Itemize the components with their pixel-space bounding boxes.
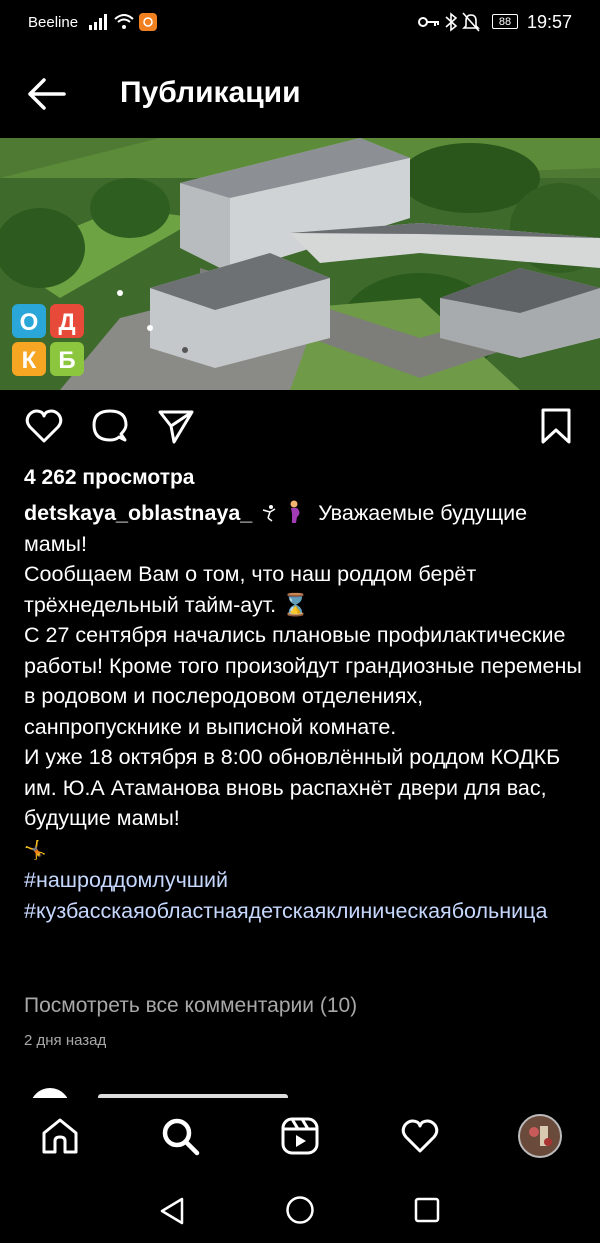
activity-heart-icon[interactable] [400,1116,440,1156]
status-bar: Beeline 88 19:57 [0,0,600,46]
post-actions [0,400,600,456]
clock: 19:57 [526,12,572,32]
system-navigation [0,1178,600,1243]
logo-letter: Б [58,347,75,374]
bluetooth-icon [445,12,458,32]
caption-line: 🤸 [24,839,47,860]
bottom-navigation [0,1098,600,1178]
hashtag[interactable]: #нашроддомлучший [24,868,228,892]
share-icon[interactable] [156,406,196,446]
caption-line: И уже 18 октября в 8:00 обновлённый родд… [24,745,561,830]
view-all-comments-link[interactable]: Посмотреть все комментарии (10) [24,994,357,1018]
wifi-icon [114,14,134,29]
battery-indicator: 88 [492,14,518,29]
bookmark-icon[interactable] [538,406,574,446]
back-triangle-icon[interactable] [158,1196,186,1226]
next-post-header-peek [24,1086,584,1098]
pregnant-woman-emoji [290,500,300,523]
search-icon[interactable] [160,1116,200,1156]
top-bar: Публикации [0,46,600,138]
heart-icon[interactable] [24,406,64,446]
profile-avatar[interactable] [518,1114,562,1158]
carrier-name: Beeline [28,14,79,31]
recents-square-icon[interactable] [414,1197,440,1223]
caption-line: Сообщаем Вам о том, что наш роддом берёт… [24,562,477,617]
hospital-aerial-photo: О Д К Б [0,138,600,390]
hashtag[interactable]: #кузбасскаяобластнаядетскаяклиническаябо… [24,899,547,923]
post-timestamp: 2 дня назад [24,1032,107,1049]
app-notification-icon [139,13,157,31]
home-circle-icon[interactable] [285,1195,315,1225]
page-title: Публикации [120,76,301,109]
home-icon[interactable] [40,1116,80,1156]
logo-letter: Д [58,309,75,336]
mute-bell-icon [462,12,480,32]
caption-line: С 27 сентября начались плановые профилак… [24,623,582,739]
comment-icon[interactable] [90,406,130,446]
key-icon [418,17,439,27]
logo-letter: К [22,347,37,374]
post-image[interactable]: О Д К Б [0,138,600,390]
back-arrow-icon[interactable] [24,72,68,116]
view-count[interactable]: 4 262 просмотра [24,466,194,490]
post-username[interactable]: detskaya_oblastnaya_ [24,501,252,525]
post-caption: detskaya_oblastnaya_ Уважаемые будущие м… [24,498,584,926]
signal-icon [89,14,107,30]
logo-letter: О [20,309,39,336]
reels-icon[interactable] [280,1116,320,1156]
gymnast-emoji [263,505,276,522]
next-post-avatar [30,1088,70,1098]
